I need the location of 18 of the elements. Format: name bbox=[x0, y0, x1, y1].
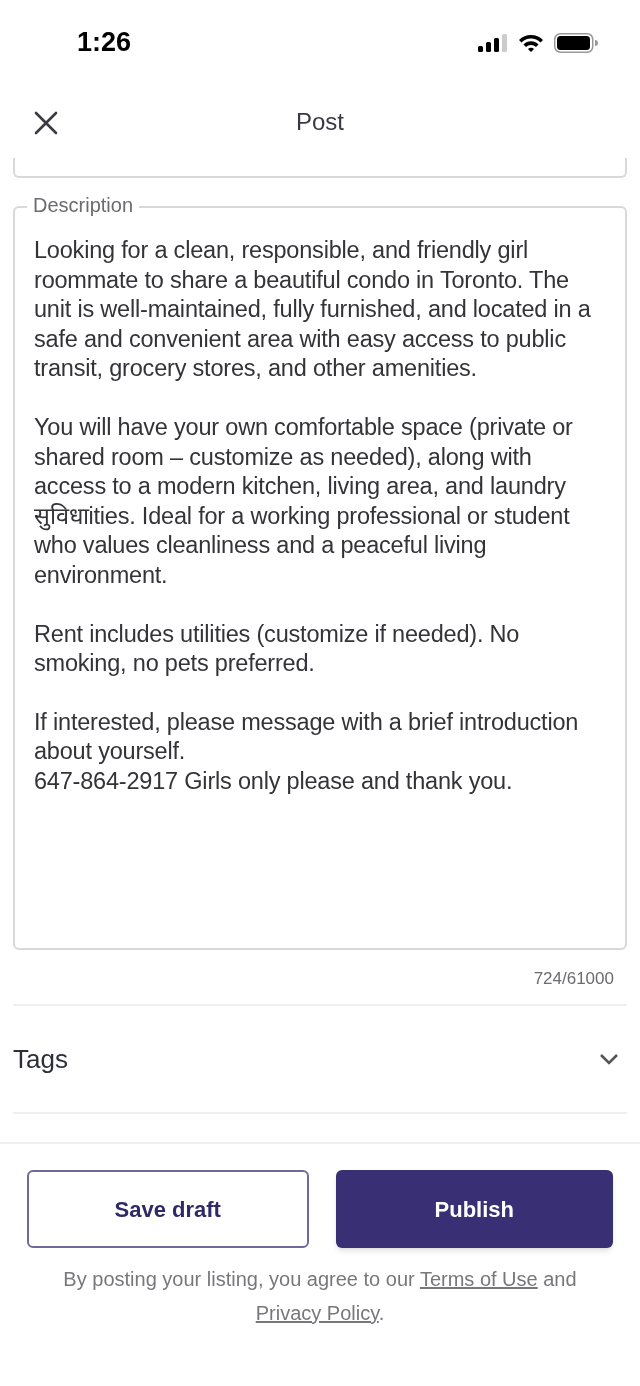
description-paragraph: You will have your own comfortable space (private or shared room – customize as needed), along with access to a modern kitchen, living area, and laundry सुविधाities. Ideal for a working professional or student who values cleanliness and a peaceful living environment. bbox=[34, 412, 574, 590]
character-counter: 724/61000 bbox=[533, 968, 614, 990]
terms-link[interactable]: Terms of Use bbox=[419, 1268, 538, 1290]
tags-row[interactable]: Tags bbox=[13, 1006, 627, 1114]
screen-title: Post bbox=[296, 107, 344, 137]
legal-notice: By posting your listing, you agree to our Terms of Use and Privacy Policy. bbox=[62, 1267, 578, 1326]
description-paragraph: If interested, please message with a brief introduction about yourself. 647-864-2917 Girls only please and thank you. bbox=[34, 707, 580, 796]
wifi-icon bbox=[518, 32, 544, 53]
description-paragraph: Looking for a clean, responsible, and friendly girl roommate to share a beautiful condo in Toronto. The unit is well-maintained, fully furnished, and located in a safe and convenient area with easy access to public transit, grocery stores, and other amenities. bbox=[34, 236, 592, 384]
publish-button[interactable]: Publish bbox=[335, 1170, 613, 1248]
save-draft-button[interactable]: Save draft bbox=[27, 1170, 309, 1248]
close-icon bbox=[34, 111, 58, 135]
status-time: 1:26 bbox=[77, 26, 132, 60]
privacy-link[interactable]: Privacy Policy bbox=[255, 1302, 379, 1324]
battery-icon bbox=[554, 32, 598, 53]
signal-icon bbox=[478, 33, 508, 52]
description-paragraph: Rent includes utilities (customize if needed). No smoking, no pets preferred. bbox=[34, 619, 521, 679]
text-field[interactable] bbox=[13, 158, 627, 178]
